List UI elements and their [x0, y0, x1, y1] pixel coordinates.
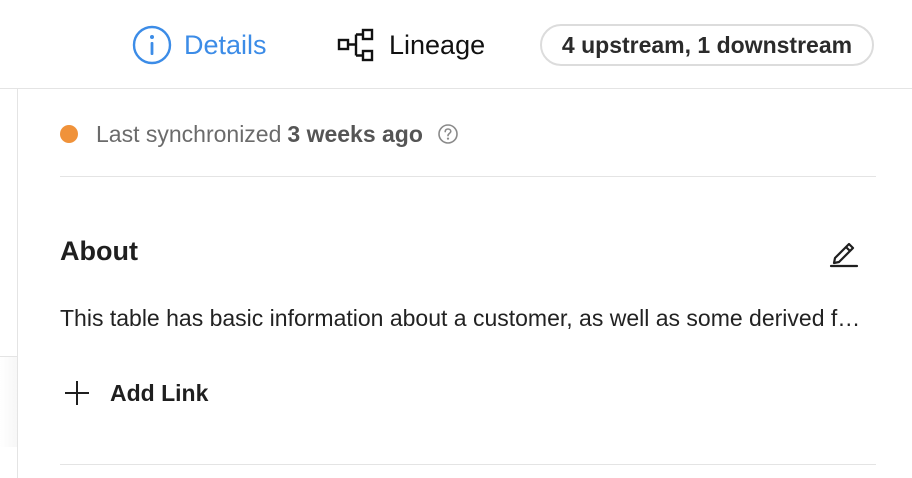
- about-description: This table has basic information about a…: [60, 305, 872, 331]
- info-circle-icon: [132, 25, 172, 65]
- section-divider: [60, 176, 876, 177]
- tab-lineage[interactable]: Lineage: [337, 24, 485, 66]
- sync-time: 3 weeks ago: [287, 120, 423, 147]
- add-link-button[interactable]: Add Link: [64, 376, 208, 410]
- tab-lineage-label: Lineage: [389, 29, 486, 60]
- lineage-summary-badge[interactable]: 4 upstream, 1 downstream: [540, 24, 874, 66]
- sync-status-row: Last synchronized 3 weeks ago: [60, 116, 459, 152]
- section-divider-bottom: [60, 464, 876, 465]
- about-heading: About: [60, 236, 138, 266]
- left-rail-shade: [0, 357, 17, 447]
- plus-icon: [65, 381, 89, 405]
- lineage-graph-icon: [337, 28, 374, 62]
- help-circle-icon[interactable]: [437, 123, 459, 145]
- entity-details-panel: Details Lineage 4 upstream, 1 downstream…: [0, 0, 912, 478]
- panel-header: Details Lineage 4 upstream, 1 downstream: [0, 0, 912, 89]
- pencil-edit-icon[interactable]: [828, 236, 860, 268]
- sync-status-dot: [60, 125, 78, 143]
- tab-details[interactable]: Details: [132, 24, 267, 66]
- add-link-label: Add Link: [110, 379, 209, 406]
- sync-label: Last synchronized: [96, 120, 282, 147]
- tab-details-label: Details: [184, 29, 267, 60]
